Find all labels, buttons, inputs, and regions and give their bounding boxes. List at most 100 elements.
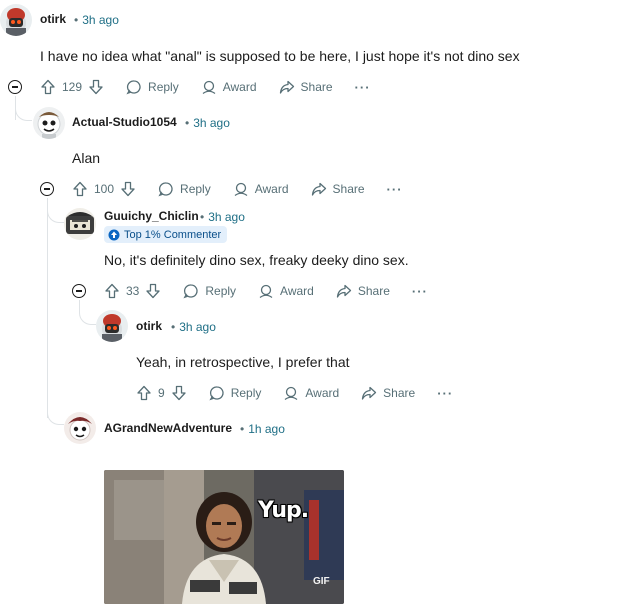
arrow-up-icon[interactable]: [40, 79, 56, 95]
share-label: Share: [383, 386, 416, 400]
thread-curve-level-1: [15, 100, 32, 121]
vote-controls: 9: [136, 385, 187, 401]
gif-label: GIF: [313, 576, 330, 587]
award-label: Award: [280, 284, 314, 298]
comment-timestamp[interactable]: 3h ago: [179, 320, 216, 334]
more-options-button[interactable]: ···: [355, 80, 371, 95]
comment-meta: • 3h ago: [200, 210, 245, 224]
share-arrow-icon: [336, 284, 351, 298]
share-button[interactable]: Share: [336, 283, 390, 299]
collapse-thread-button[interactable]: [72, 284, 86, 298]
vote-score: 33: [126, 284, 140, 298]
separator-dot: •: [200, 210, 205, 224]
arrow-up-icon[interactable]: [72, 181, 88, 197]
thread-curve-level-3: [79, 300, 96, 325]
award-label: Award: [305, 386, 340, 400]
separator-dot: •: [74, 13, 79, 27]
share-arrow-icon: [362, 386, 377, 400]
more-options-button[interactable]: ···: [437, 386, 453, 401]
badge-label: Top 1% Commenter: [124, 228, 222, 241]
share-button[interactable]: Share: [279, 79, 333, 95]
award-icon: [259, 284, 273, 299]
comment-body: Alan: [72, 150, 101, 166]
top-commenter-icon: [108, 229, 120, 240]
avatar[interactable]: [33, 107, 65, 139]
award-icon: [202, 80, 216, 95]
comment-meta: • 1h ago: [240, 422, 285, 436]
award-icon: [284, 386, 298, 401]
reply-button[interactable]: Reply: [209, 385, 262, 401]
comment-actions: 129 Reply Award Share ···: [40, 75, 371, 99]
arrow-up-icon[interactable]: [104, 283, 120, 299]
comment-gif[interactable]: Yup. GIF: [104, 470, 344, 604]
reply-button[interactable]: Reply: [183, 283, 236, 299]
avatar[interactable]: [96, 310, 128, 342]
arrow-down-icon[interactable]: [145, 283, 161, 299]
award-label: Award: [222, 80, 257, 94]
arrow-down-icon[interactable]: [88, 79, 104, 95]
collapse-thread-button[interactable]: [8, 80, 22, 94]
award-button[interactable]: Award: [233, 181, 289, 197]
award-button[interactable]: Award: [201, 79, 257, 95]
thread-curve-level-2b: [47, 400, 64, 425]
reply-label: Reply: [180, 182, 211, 196]
award-label: Award: [254, 182, 289, 196]
award-button[interactable]: Award: [283, 385, 339, 401]
comment-timestamp[interactable]: 3h ago: [208, 210, 245, 224]
vote-score: 100: [94, 182, 115, 196]
reply-label: Reply: [205, 284, 237, 298]
reply-button[interactable]: Reply: [158, 181, 211, 197]
avatar[interactable]: [0, 4, 32, 36]
comment-meta: • 3h ago: [185, 116, 230, 130]
share-button[interactable]: Share: [311, 181, 365, 197]
gif-image: [104, 470, 344, 604]
thread-line-level-2: [47, 198, 48, 418]
more-options-button[interactable]: ···: [412, 284, 428, 299]
reply-label: Reply: [230, 386, 262, 400]
vote-controls: 129: [40, 79, 104, 95]
comment-meta: • 3h ago: [74, 13, 119, 27]
avatar[interactable]: [64, 412, 96, 444]
arrow-down-icon[interactable]: [120, 181, 136, 197]
comment-timestamp[interactable]: 1h ago: [248, 422, 285, 436]
comment-timestamp[interactable]: 3h ago: [193, 116, 230, 130]
speech-bubble-icon: [183, 284, 198, 299]
comment-author[interactable]: AGrandNewAdventure: [104, 421, 232, 435]
share-arrow-icon: [279, 80, 294, 94]
comment-meta: • 3h ago: [171, 320, 216, 334]
speech-bubble-icon: [209, 386, 224, 401]
comment-timestamp[interactable]: 3h ago: [82, 13, 119, 27]
comment-author[interactable]: otirk: [136, 319, 162, 333]
share-label: Share: [357, 284, 390, 298]
comment-body: I have no idea what "anal" is supposed t…: [40, 48, 520, 64]
reply-label: Reply: [148, 80, 179, 94]
comment-body: No, it's definitely dino sex, freaky dee…: [104, 252, 409, 268]
top-commenter-badge[interactable]: Top 1% Commenter: [104, 226, 228, 243]
reply-button[interactable]: Reply: [126, 79, 179, 95]
vote-controls: 33: [104, 283, 161, 299]
separator-dot: •: [185, 116, 190, 130]
arrow-up-icon[interactable]: [136, 385, 152, 401]
comment-author[interactable]: otirk: [40, 12, 66, 26]
comment-actions: 100 Reply Award Share ···: [72, 177, 403, 201]
gif-caption: Yup.: [258, 498, 309, 523]
share-label: Share: [332, 182, 365, 196]
comment-author[interactable]: Actual-Studio1054: [72, 115, 177, 129]
vote-score: 129: [62, 80, 83, 94]
speech-bubble-icon: [126, 80, 141, 95]
comment-author[interactable]: Guuichy_Chiclin: [104, 209, 199, 223]
share-arrow-icon: [311, 182, 326, 196]
share-label: Share: [300, 80, 333, 94]
speech-bubble-icon: [158, 182, 173, 197]
comment-actions: 33 Reply Award Share ···: [104, 279, 428, 303]
share-button[interactable]: Share: [361, 385, 415, 401]
arrow-down-icon[interactable]: [171, 385, 187, 401]
separator-dot: •: [171, 320, 176, 334]
collapse-thread-button[interactable]: [40, 182, 54, 196]
award-button[interactable]: Award: [258, 283, 314, 299]
vote-score: 9: [158, 386, 165, 400]
more-options-button[interactable]: ···: [387, 182, 403, 197]
avatar[interactable]: [64, 208, 96, 240]
award-icon: [234, 182, 248, 197]
vote-controls: 100: [72, 181, 136, 197]
